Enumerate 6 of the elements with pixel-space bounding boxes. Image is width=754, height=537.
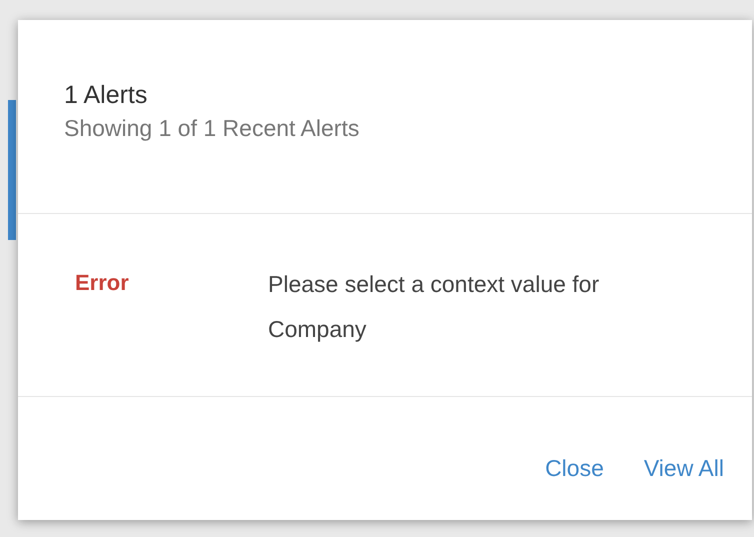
severity-label: Error: [75, 269, 130, 297]
alert-message: Please select a context value for Company: [268, 270, 600, 344]
dialog-button[interactable]: View All: [634, 445, 734, 492]
dialog-subtitle: Showing 1 of 1 Recent Alerts: [64, 114, 360, 143]
dialog-title: 1 Alerts: [64, 80, 148, 111]
dialog-button[interactable]: Close: [535, 445, 614, 492]
